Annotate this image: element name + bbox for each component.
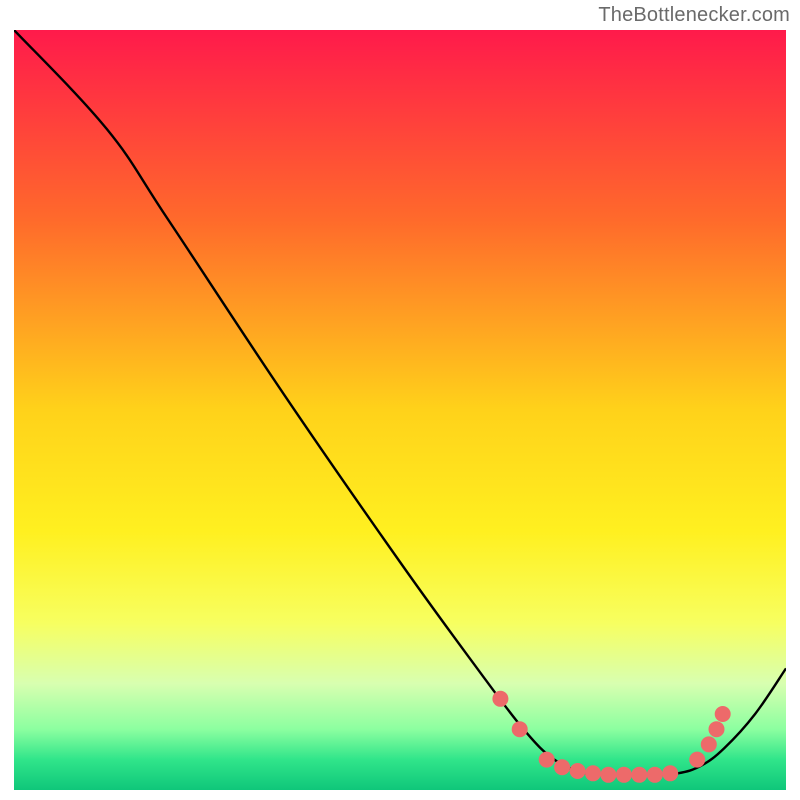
chart-svg: [0, 0, 800, 800]
plot-background: [14, 30, 786, 790]
marker-point: [662, 765, 678, 781]
marker-point: [616, 767, 632, 783]
marker-point: [689, 752, 705, 768]
marker-point: [539, 752, 555, 768]
chart-stage: TheBottlenecker.com: [0, 0, 800, 800]
marker-point: [647, 767, 663, 783]
marker-point: [709, 721, 725, 737]
marker-point: [585, 765, 601, 781]
marker-point: [631, 767, 647, 783]
marker-point: [492, 691, 508, 707]
marker-point: [570, 763, 586, 779]
marker-point: [715, 706, 731, 722]
marker-point: [554, 759, 570, 775]
marker-point: [512, 721, 528, 737]
marker-point: [701, 736, 717, 752]
marker-point: [600, 767, 616, 783]
